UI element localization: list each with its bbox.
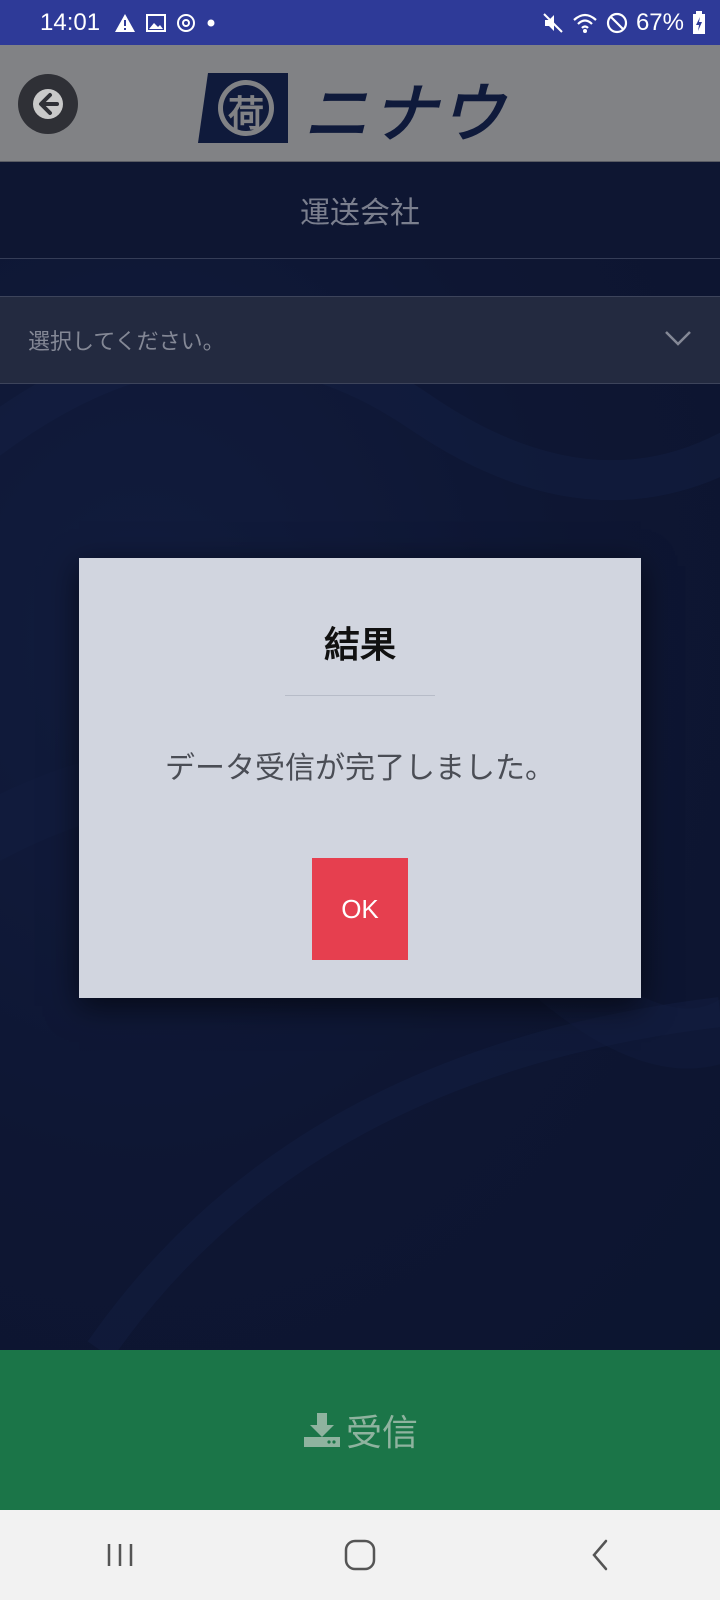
dialog-message: データ受信が完了しました。 (165, 751, 555, 786)
wifi-icon (572, 12, 598, 34)
ok-button[interactable]: OK (312, 858, 408, 960)
battery-icon (692, 10, 706, 35)
status-left-icons (114, 13, 216, 33)
back-chevron-icon (592, 1539, 608, 1571)
status-time: 14:01 (40, 8, 101, 36)
app-logo: 荷 ニナウ (196, 63, 508, 155)
dot-icon (206, 18, 216, 28)
logo-text: ニナウ (304, 78, 508, 152)
dialog-title: 結果 (323, 625, 396, 666)
back-button[interactable] (18, 74, 78, 134)
home-icon (344, 1539, 376, 1571)
no-disturb-icon (606, 12, 628, 34)
system-nav-bar (0, 1510, 720, 1600)
dialog-divider (285, 695, 435, 696)
receive-label: 受信 (345, 1413, 418, 1454)
app-bar: 荷 ニナウ (0, 45, 720, 162)
logo-mark: 荷 (196, 71, 292, 147)
battery-percent: 67% (635, 8, 684, 36)
status-right-icons: 67% (542, 9, 706, 37)
warning-icon (114, 13, 136, 33)
logo-mark-char: 荷 (227, 94, 264, 135)
sync-icon (176, 13, 196, 33)
download-icon (302, 1411, 342, 1449)
mute-icon (542, 12, 564, 34)
back-arrow-icon (33, 89, 63, 119)
result-dialog: 結果 データ受信が完了しました。 OK (79, 558, 641, 998)
home-button[interactable] (320, 1525, 400, 1585)
back-nav-button[interactable] (560, 1525, 640, 1585)
recent-apps-icon (107, 1544, 133, 1566)
image-icon (146, 13, 167, 32)
status-bar: 14:01 67% (0, 0, 720, 45)
recent-apps-button[interactable] (80, 1525, 160, 1585)
receive-button[interactable]: 受信 (0, 1350, 720, 1510)
